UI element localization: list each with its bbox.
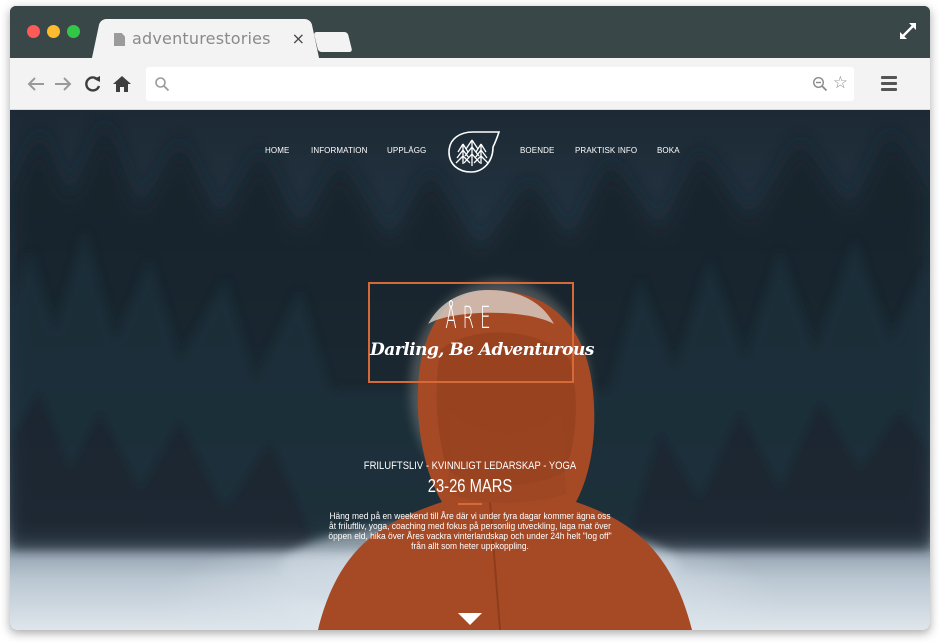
maximize-window-button[interactable]: [67, 25, 80, 38]
fullscreen-icon[interactable]: [898, 21, 918, 41]
title-bar: adventurestories ×: [10, 6, 930, 59]
hero-title-box: ÅRE Darling, Be Adventurous: [368, 282, 594, 383]
tab-title: adventurestories: [132, 29, 271, 48]
minimize-window-button[interactable]: [47, 25, 60, 38]
reload-icon[interactable]: [83, 74, 103, 94]
address-bar[interactable]: ☆: [146, 67, 854, 101]
page-icon: [114, 33, 125, 46]
forest-logo-icon[interactable]: [443, 130, 501, 174]
page-viewport: HOME INFORMATION UPPLÄGG BOENDE PRAKTISK…: [10, 110, 930, 630]
nav-boka[interactable]: BOKA: [657, 146, 680, 155]
back-arrow-icon[interactable]: [26, 74, 46, 94]
browser-tab[interactable]: adventurestories ×: [102, 19, 309, 59]
accent-divider: [458, 503, 482, 505]
nav-praktisk-info[interactable]: PRAKTISK INFO: [575, 146, 637, 155]
tab-close-button[interactable]: ×: [292, 29, 305, 48]
close-window-button[interactable]: [27, 25, 40, 38]
event-description: Häng med på en weekend till Åre där vi u…: [328, 511, 612, 552]
zoom-out-icon[interactable]: [812, 76, 828, 92]
home-icon[interactable]: [112, 74, 132, 94]
browser-toolbar: ☆: [10, 58, 930, 110]
search-icon: [155, 77, 170, 92]
hero-subtitle: Darling, Be Adventurous: [370, 340, 594, 360]
site-navigation: HOME INFORMATION UPPLÄGG BOENDE PRAKTISK…: [10, 131, 930, 174]
hero-title: ÅRE: [445, 301, 497, 336]
star-icon[interactable]: ☆: [833, 74, 848, 92]
nav-boende[interactable]: BOENDE: [520, 146, 554, 155]
menu-icon[interactable]: [881, 76, 897, 92]
nav-home[interactable]: HOME: [265, 146, 289, 155]
browser-window: adventurestories × ☆ HOME INFORMATION UP…: [10, 6, 930, 630]
chevron-down-icon[interactable]: [458, 613, 482, 625]
tagline: FRILUFTSLIV - KVINNLIGT LEDARSKAP - YOGA: [363, 460, 577, 472]
nav-information[interactable]: INFORMATION: [311, 146, 368, 155]
new-tab-button[interactable]: [313, 32, 353, 52]
forward-arrow-icon[interactable]: [53, 74, 73, 94]
nav-upplagg[interactable]: UPPLÄGG: [387, 146, 426, 155]
event-dates: 23-26 MARS: [427, 476, 513, 496]
